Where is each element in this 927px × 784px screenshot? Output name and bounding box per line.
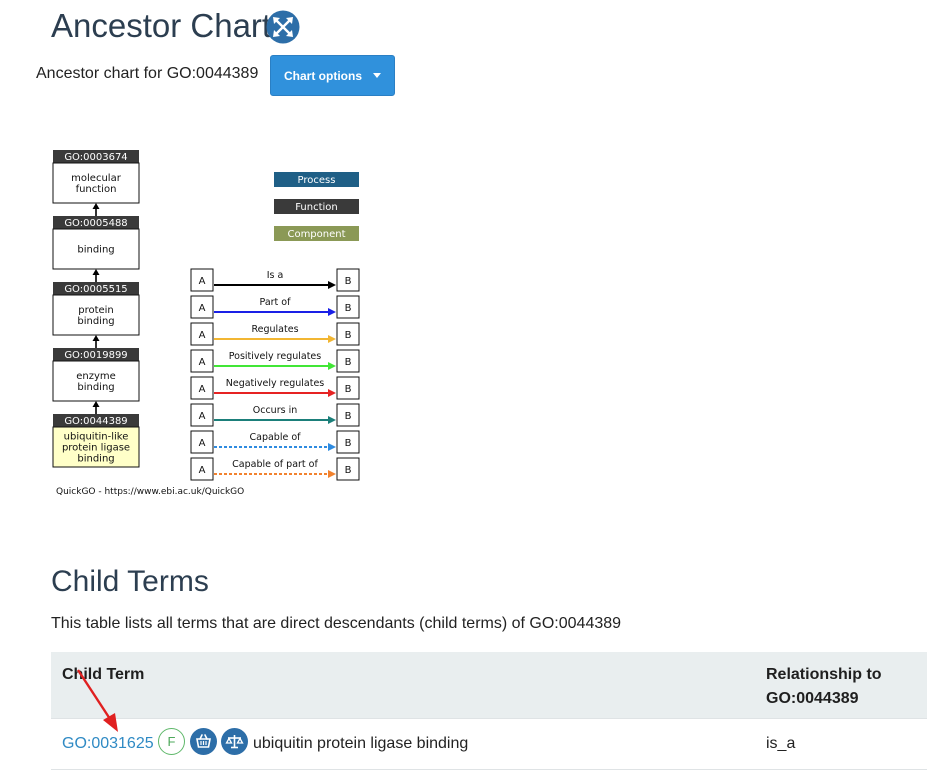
term-name: ubiquitin protein ligase binding xyxy=(253,735,469,752)
chart-node-label: binding xyxy=(77,245,114,256)
chart-node-label: protein ligase xyxy=(62,443,130,454)
ancestor-chart: GO:0003674 molecularfunction GO:0005488 bin… xyxy=(52,150,360,497)
box-a-label: A xyxy=(199,303,206,314)
chart-node-label: binding xyxy=(77,382,114,393)
chart-node[interactable]: GO:0005488 binding xyxy=(52,216,140,270)
section-title-child-terms: Child Terms xyxy=(51,565,209,598)
relation-legend-item: A B Part of xyxy=(190,295,360,319)
annotation-arrow xyxy=(76,669,118,732)
is-a-edge xyxy=(92,335,100,348)
chart-node[interactable]: GO:0003674 molecularfunction xyxy=(52,150,140,204)
chart-node-id: GO:0003674 xyxy=(64,152,127,163)
chart-node-label: molecular xyxy=(71,173,122,184)
relation-legend-item: A B Regulates xyxy=(190,322,360,346)
table-header: Child Term Relationship to GO:0044389 xyxy=(51,652,927,718)
box-b-label: B xyxy=(345,465,352,476)
chart-node-id: GO:0019899 xyxy=(64,350,127,361)
box-a-label: A xyxy=(199,438,206,449)
relationship-value: is_a xyxy=(766,735,796,752)
relation-legend-item: A B Positively regulates xyxy=(190,349,360,373)
box-a-label: A xyxy=(199,411,206,422)
aspect-legend-label: Component xyxy=(287,229,345,240)
box-b-label: B xyxy=(345,303,352,314)
table-row: GO:0031625 F ubiquitin protein ligase bi… xyxy=(51,718,927,770)
chart-options-label: Chart options xyxy=(284,69,362,83)
chart-node-label: binding xyxy=(77,316,114,327)
relation-legend-item: A B Occurs in xyxy=(190,403,360,427)
chart-footer: QuickGO - https://www.ebi.ac.uk/QuickGO xyxy=(56,487,244,497)
child-terms-table: Child Term Relationship to GO:0044389 GO… xyxy=(51,652,927,770)
column-header-relationship: Relationship to GO:0044389 xyxy=(766,666,882,707)
is-a-edge xyxy=(92,269,100,282)
chart-node-label: function xyxy=(76,184,117,195)
box-a-label: A xyxy=(199,465,206,476)
relation-legend-item: A B Negatively regulates xyxy=(190,376,360,400)
box-a-label: A xyxy=(199,384,206,395)
aspect-legend-item: Process xyxy=(274,172,359,187)
relation-legend-item: A B Capable of xyxy=(190,430,360,454)
relation-legend-label: Capable of xyxy=(250,432,302,443)
chart-node[interactable]: GO:0019899 enzymebinding xyxy=(52,348,140,402)
relation-legend-label: Positively regulates xyxy=(229,351,322,362)
aspect-legend-label: Process xyxy=(298,175,336,186)
relation-legend-label: Capable of part of xyxy=(232,459,318,470)
box-b-label: B xyxy=(345,276,352,287)
basket-icon[interactable] xyxy=(190,728,217,755)
aspect-legend-item: Component xyxy=(274,226,359,241)
child-terms-description: This table lists all terms that are dire… xyxy=(51,615,622,632)
relation-legend-label: Negatively regulates xyxy=(226,378,325,389)
chart-node-label: enzyme xyxy=(76,371,116,382)
box-b-label: B xyxy=(345,384,352,395)
chart-options-button[interactable]: Chart options xyxy=(270,55,395,96)
box-b-label: B xyxy=(345,411,352,422)
aspect-legend-item: Function xyxy=(274,199,359,214)
is-a-edge xyxy=(92,401,100,414)
expand-arrows-icon[interactable] xyxy=(266,10,300,44)
relation-legend-label: Is a xyxy=(267,270,284,281)
is-a-edge xyxy=(92,203,100,216)
relation-legend-label: Part of xyxy=(260,297,292,308)
chart-node-label: binding xyxy=(77,454,114,465)
chart-subtitle: Ancestor chart for GO:0044389 xyxy=(36,65,259,82)
aspect-badge: F xyxy=(158,728,185,755)
balance-scale-icon[interactable] xyxy=(221,728,248,755)
chart-node-label: protein xyxy=(78,305,114,316)
box-a-label: A xyxy=(199,357,206,368)
box-b-label: B xyxy=(345,438,352,449)
chart-node[interactable]: GO:0044389 ubiquitin-likeprotein ligasebi… xyxy=(52,414,140,468)
relation-legend-label: Regulates xyxy=(251,324,298,335)
page-title: Ancestor Chart xyxy=(51,7,272,44)
relation-legend-item: A B Capable of part of xyxy=(190,457,360,481)
box-b-label: B xyxy=(345,357,352,368)
chart-node-id: GO:0005488 xyxy=(64,218,127,229)
aspect-legend-label: Function xyxy=(295,202,338,213)
chart-node-id: GO:0044389 xyxy=(64,416,127,427)
box-a-label: A xyxy=(199,330,206,341)
box-a-label: A xyxy=(199,276,206,287)
chart-node[interactable]: GO:0005515 proteinbinding xyxy=(52,282,140,336)
chart-node-label: ubiquitin-like xyxy=(64,432,129,443)
box-b-label: B xyxy=(345,330,352,341)
relation-legend-item: A B Is a xyxy=(190,268,360,292)
chart-node-id: GO:0005515 xyxy=(64,284,127,295)
caret-down-icon xyxy=(373,73,381,78)
relation-legend-label: Occurs in xyxy=(253,405,297,416)
